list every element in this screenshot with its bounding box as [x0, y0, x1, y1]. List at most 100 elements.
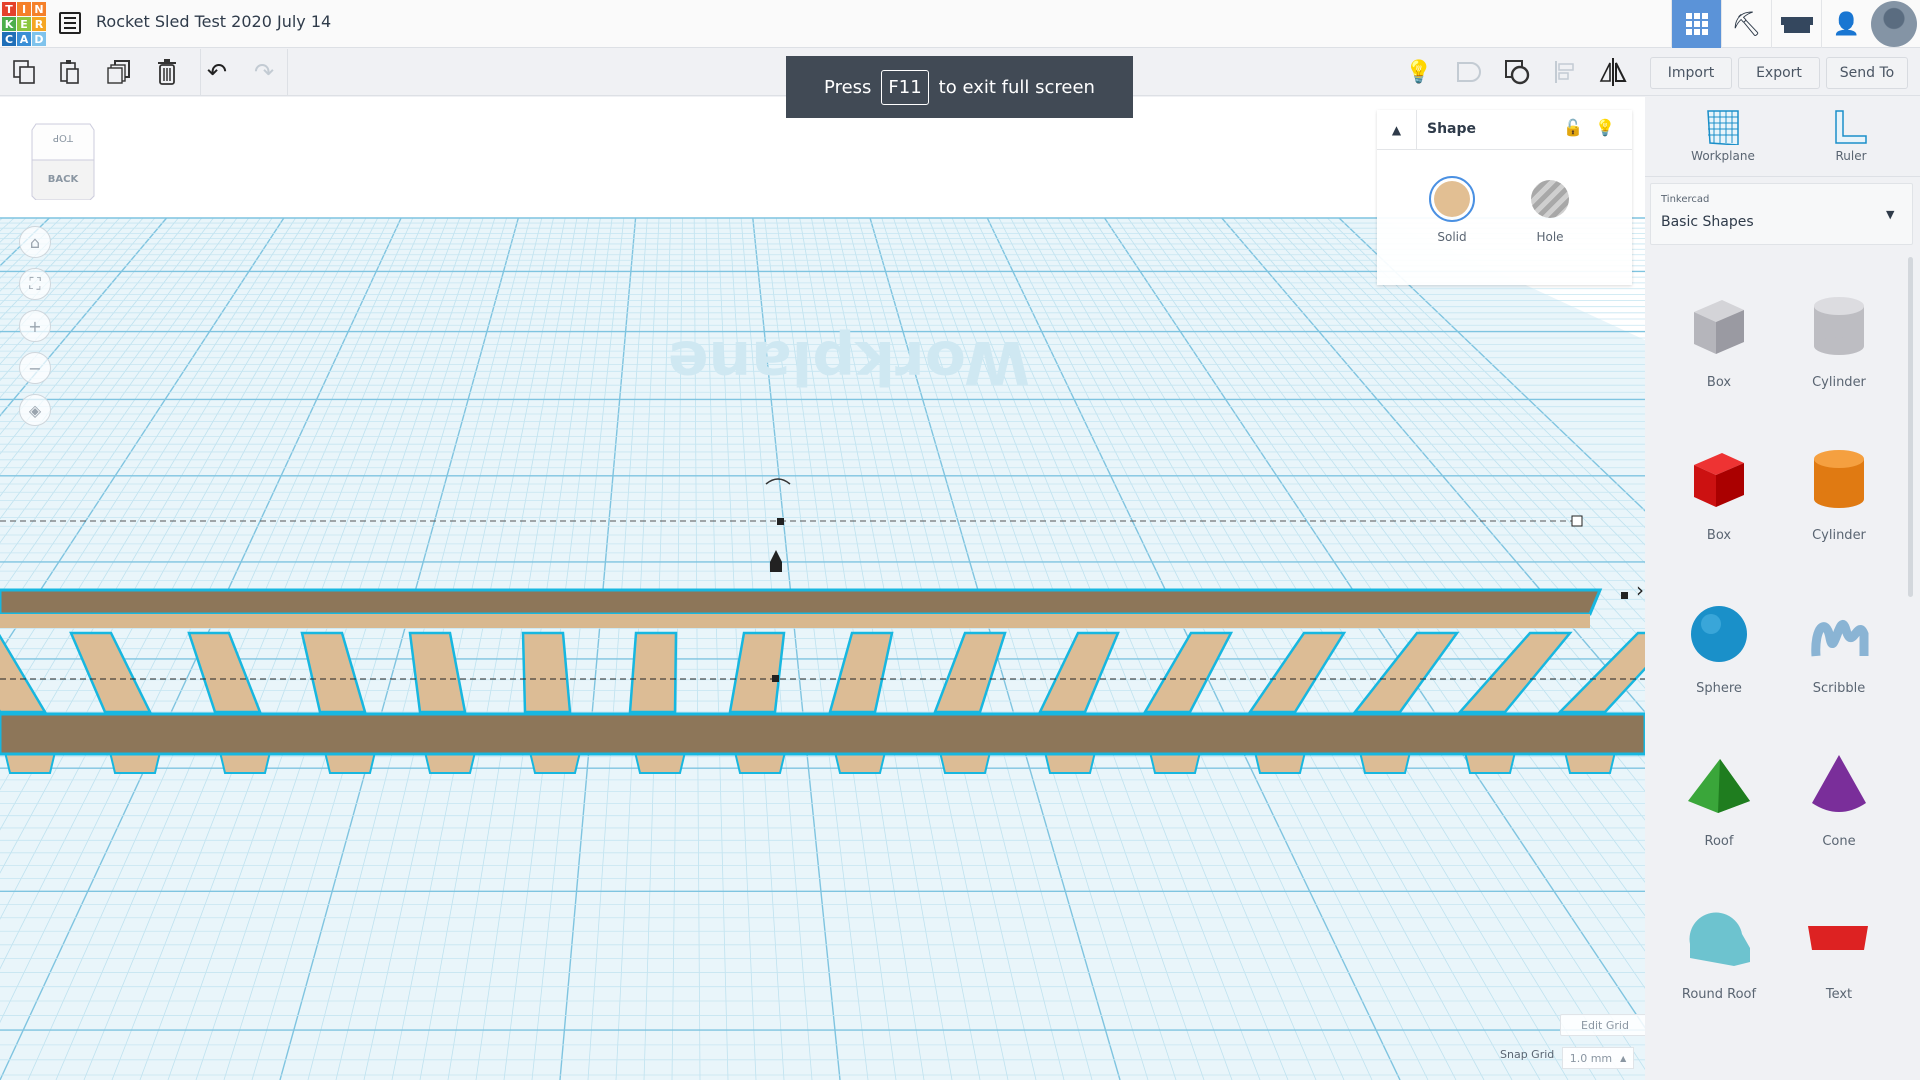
logo-letter: T [2, 2, 16, 16]
resize-handle [1621, 592, 1628, 599]
shape-item-sphere[interactable]: Sphere [1659, 583, 1779, 723]
roundroof-icon [1689, 912, 1750, 966]
lightbulb-icon[interactable]: 💡 [1402, 57, 1436, 87]
brick-icon[interactable] [1771, 0, 1821, 48]
snap-grid-label: Snap Grid [1500, 1048, 1555, 1061]
rail-tie [521, 631, 572, 714]
logo-letter: D [32, 32, 46, 46]
rail-tie [628, 631, 678, 714]
copy-icon[interactable] [7, 57, 41, 87]
pickaxe-icon[interactable]: ⛏ [1721, 0, 1771, 48]
perspective-icon[interactable]: ◈ [19, 394, 51, 426]
right-panel: Workplane Ruler Tinkercad Basic Shapes ▼… [1645, 97, 1920, 1080]
sphere-icon [1691, 606, 1747, 662]
solid-swatch[interactable] [1429, 176, 1475, 222]
scribble-icon [1811, 619, 1869, 657]
delete-icon[interactable] [150, 57, 184, 87]
send-to-button[interactable]: Send To [1826, 57, 1908, 89]
ruler-icon [1835, 110, 1867, 144]
3d-design-grid-icon[interactable] [1671, 0, 1721, 48]
library-name: Basic Shapes [1661, 214, 1754, 230]
shape-item-box[interactable]: Box [1659, 430, 1779, 570]
library-source: Tinkercad [1661, 194, 1710, 205]
shape-label: Box [1706, 375, 1732, 390]
design-list-icon[interactable] [59, 12, 81, 34]
collapse-panel-chevron-icon[interactable]: › [1636, 578, 1644, 602]
shape-item-box-hole[interactable]: Box [1659, 277, 1779, 417]
resize-handle [772, 675, 779, 682]
shape-label: Scribble [1812, 681, 1866, 696]
library-select[interactable]: Tinkercad Basic Shapes ▼ [1650, 183, 1913, 245]
shape-label: Roof [1704, 834, 1734, 849]
add-user-icon[interactable]: 👤 [1821, 0, 1871, 48]
shape-label: Cylinder [1812, 375, 1866, 390]
view-cube-top[interactable]: TOP [30, 132, 96, 143]
hole-swatch[interactable] [1531, 180, 1569, 218]
box-hole-icon [1694, 300, 1744, 354]
shape-inspector: ▲ Shape 🔓 💡 Solid Hole [1377, 110, 1632, 285]
shape-item-text[interactable]: Text [1779, 889, 1899, 1029]
duplicate-icon[interactable] [102, 57, 136, 87]
redo-icon[interactable]: ↷ [247, 57, 281, 87]
undo-icon[interactable]: ↶ [200, 57, 234, 87]
shape-label: Cylinder [1812, 528, 1866, 543]
zoom-out-icon[interactable]: − [19, 352, 51, 384]
paste-icon[interactable] [53, 57, 87, 87]
fullscreen-banner: Press F11 to exit full screen [786, 56, 1133, 118]
shape-label: Sphere [1696, 681, 1742, 696]
banner-pre: Press [824, 76, 872, 98]
align-icon[interactable] [1548, 57, 1582, 87]
tinkercad-logo[interactable]: TIN KER CAD [2, 2, 46, 46]
group-icon[interactable] [1451, 57, 1485, 87]
chevron-down-icon: ▼ [1886, 208, 1895, 221]
mirror-icon[interactable] [1596, 57, 1630, 87]
text-icon [1808, 926, 1868, 950]
cyl-hole-icon [1814, 297, 1864, 355]
ruler-label: Ruler [1835, 149, 1867, 163]
top-rail [0, 588, 1603, 616]
scrollbar[interactable] [1908, 257, 1913, 597]
ungroup-icon[interactable] [1500, 57, 1534, 87]
cyl-icon [1814, 450, 1864, 508]
shape-label: Box [1706, 528, 1732, 543]
shape-label: Text [1825, 987, 1853, 1002]
shape-panel-title: Shape [1427, 121, 1477, 137]
fit-view-icon[interactable]: ⛶ [19, 268, 51, 300]
shape-label: Round Roof [1681, 987, 1757, 1002]
logo-letter: R [32, 17, 46, 31]
view-cube-back[interactable]: BACK [30, 174, 96, 185]
edit-grid-button[interactable]: Edit Grid [1560, 1014, 1650, 1036]
banner-key: F11 [881, 69, 929, 105]
cone-icon [1812, 755, 1866, 812]
export-button[interactable]: Export [1738, 57, 1820, 89]
home-view-icon[interactable]: ⌂ [19, 226, 51, 258]
resize-handle [1571, 515, 1583, 527]
import-button[interactable]: Import [1650, 57, 1732, 89]
solid-label: Solid [1437, 230, 1467, 244]
bottom-rail [0, 712, 1645, 756]
workplane-button[interactable]: Workplane [1685, 109, 1761, 163]
zoom-in-icon[interactable]: + [19, 310, 51, 342]
shape-item-cone[interactable]: Cone [1779, 736, 1899, 876]
shape-item-roundroof[interactable]: Round Roof [1659, 889, 1779, 1029]
logo-letter: A [17, 32, 31, 46]
collapse-icon[interactable]: ▲ [1377, 110, 1417, 150]
avatar[interactable] [1871, 1, 1917, 47]
ruler-button[interactable]: Ruler [1813, 109, 1889, 163]
shape-item-roof[interactable]: Roof [1659, 736, 1779, 876]
workplane-label: Workplane [1691, 149, 1755, 163]
unlock-icon[interactable]: 🔓 [1563, 118, 1583, 137]
logo-letter: C [2, 32, 16, 46]
banner-post: to exit full screen [938, 76, 1095, 98]
resize-handle [777, 518, 784, 525]
shape-item-scribble[interactable]: Scribble [1779, 583, 1899, 723]
shape-item-cyl[interactable]: Cylinder [1779, 430, 1899, 570]
design-title[interactable]: Rocket Sled Test 2020 July 14 [96, 12, 331, 31]
snap-grid-select[interactable]: 1.0 mm ▲ [1562, 1047, 1634, 1069]
workplane-icon [1707, 110, 1739, 146]
shape-item-cyl-hole[interactable]: Cylinder [1779, 277, 1899, 417]
shape-label: Cone [1822, 834, 1856, 849]
lightbulb-icon[interactable]: 💡 [1595, 118, 1615, 137]
top-bar: TINKERCAD Rocket Sled Test 2020 July 14 … [0, 0, 1920, 48]
view-cube[interactable]: TOP BACK [30, 122, 96, 201]
